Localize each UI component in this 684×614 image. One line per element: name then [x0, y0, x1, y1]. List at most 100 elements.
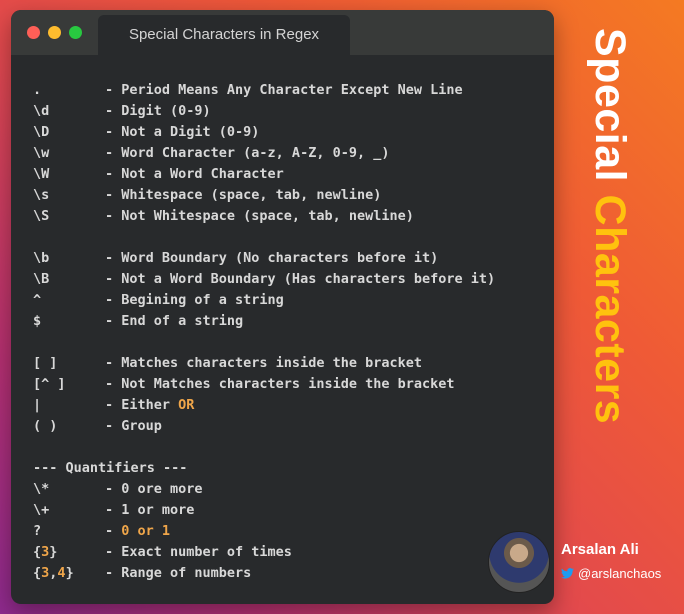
- symbol-part: {: [33, 544, 42, 560]
- description-text: - Matches characters inside the bracket: [105, 355, 422, 371]
- description-text: - Word Boundary (No characters before it…: [105, 250, 439, 266]
- regex-description: - Not a Word Boundary (Has characters be…: [105, 269, 495, 290]
- code-line: --- Quantifiers ---: [33, 458, 495, 479]
- regex-symbol: |: [33, 397, 42, 413]
- regex-symbol: [33, 437, 105, 458]
- description-text: - 0 ore more: [105, 481, 203, 497]
- description-text: - Not a Word Boundary (Has characters be…: [105, 271, 496, 287]
- code-line: \+ - 1 or more: [33, 500, 495, 521]
- regex-description: - 0 ore more: [105, 479, 203, 500]
- regex-description: - Not a Word Character: [105, 164, 284, 185]
- regex-symbol: \w: [33, 145, 50, 161]
- title-bar: Special Characters in Regex: [11, 10, 554, 55]
- regex-symbol: \s: [33, 187, 50, 203]
- code-line: [33, 437, 495, 458]
- code-line: [^ ] - Not Matches characters inside the …: [33, 374, 495, 395]
- description-text: - Period Means Any Character Except New …: [105, 82, 463, 98]
- regex-symbol: ^: [33, 292, 42, 308]
- code-line: [33, 332, 495, 353]
- regex-symbol: ( ): [33, 418, 58, 434]
- regex-symbol: \+: [33, 502, 50, 518]
- code-line: \S - Not Whitespace (space, tab, newline): [33, 206, 495, 227]
- code-line: \w - Word Character (a-z, A-Z, 0-9, _): [33, 143, 495, 164]
- regex-description: - 0 or 1: [105, 521, 170, 542]
- description-text: - Whitespace (space, tab, newline): [105, 187, 382, 203]
- symbol-part: {: [33, 565, 42, 581]
- code-line: {3,4} - Range of numbers: [33, 563, 495, 584]
- regex-symbol: \d: [33, 103, 50, 119]
- code-line: $ - End of a string: [33, 311, 495, 332]
- code-line: . - Period Means Any Character Except New…: [33, 80, 495, 101]
- code-line: [ ] - Matches characters inside the brack…: [33, 353, 495, 374]
- regex-symbol: \*: [33, 481, 50, 497]
- regex-symbol: [ ]: [33, 355, 58, 371]
- description-text: -: [105, 523, 122, 539]
- description-text: - Either: [105, 397, 179, 413]
- author-avatar: [488, 531, 550, 593]
- regex-description: - End of a string: [105, 311, 243, 332]
- code-line: {3} - Exact number of times: [33, 542, 495, 563]
- description-text: - Not a Digit (0-9): [105, 124, 260, 140]
- description-text: - Word Character (a-z, A-Z, 0-9, _): [105, 145, 390, 161]
- regex-description: - Not Matches characters inside the brac…: [105, 374, 455, 395]
- regex-symbol: $: [33, 313, 42, 329]
- regex-description: - Either OR: [105, 395, 194, 416]
- code-line: ? - 0 or 1: [33, 521, 495, 542]
- twitter-icon: [561, 568, 574, 579]
- tab-active[interactable]: Special Characters in Regex: [98, 15, 350, 55]
- code-line: ( ) - Group: [33, 416, 495, 437]
- section-heading: --- Quantifiers ---: [33, 460, 188, 476]
- symbol-part: }: [65, 565, 74, 581]
- regex-symbol: \S: [33, 208, 50, 224]
- code-line: \d - Digit (0-9): [33, 101, 495, 122]
- regex-description: - Period Means Any Character Except New …: [105, 80, 463, 101]
- description-text: - End of a string: [105, 313, 244, 329]
- description-text: - Not Whitespace (space, tab, newline): [105, 208, 414, 224]
- code-line: \W - Not a Word Character: [33, 164, 495, 185]
- author-handle[interactable]: @arslanchaos: [578, 566, 661, 581]
- regex-description: - Digit (0-9): [105, 101, 211, 122]
- side-title-word-1: Special: [586, 28, 634, 183]
- description-text: - Range of numbers: [105, 565, 252, 581]
- description-text: - Exact number of times: [105, 544, 292, 560]
- regex-symbol: \B: [33, 271, 50, 287]
- author-name: Arsalan Ali: [561, 541, 639, 558]
- regex-symbol: [^ ]: [33, 376, 66, 392]
- regex-description: - Matches characters inside the bracket: [105, 353, 422, 374]
- code-line: \B - Not a Word Boundary (Has characters …: [33, 269, 495, 290]
- regex-symbol: ?: [33, 523, 42, 539]
- symbol-part: }: [49, 544, 58, 560]
- code-line: \D - Not a Digit (0-9): [33, 122, 495, 143]
- description-text: - Digit (0-9): [105, 103, 211, 119]
- regex-symbol: [33, 227, 105, 248]
- code-line: ^ - Begining of a string: [33, 290, 495, 311]
- regex-description: - Group: [105, 416, 162, 437]
- regex-symbol: .: [33, 82, 42, 98]
- close-window-button[interactable]: [27, 26, 40, 39]
- regex-description: - Word Boundary (No characters before it…: [105, 248, 438, 269]
- regex-description: - Not Whitespace (space, tab, newline): [105, 206, 414, 227]
- regex-symbol: \D: [33, 124, 50, 140]
- regex-symbol: \b: [33, 250, 50, 266]
- regex-description: - Whitespace (space, tab, newline): [105, 185, 381, 206]
- description-text: - 1 or more: [105, 502, 195, 518]
- code-line: [33, 227, 495, 248]
- code-line: \s - Whitespace (space, tab, newline): [33, 185, 495, 206]
- side-title-word-2: Characters: [586, 194, 634, 425]
- code-line: \* - 0 ore more: [33, 479, 495, 500]
- regex-symbol: [33, 332, 105, 353]
- description-text: - Not a Word Character: [105, 166, 284, 182]
- regex-description: - Exact number of times: [105, 542, 292, 563]
- code-line: \b - Word Boundary (No characters before …: [33, 248, 495, 269]
- maximize-window-button[interactable]: [69, 26, 82, 39]
- highlighted-text: 0 or 1: [121, 523, 171, 539]
- regex-description: - Word Character (a-z, A-Z, 0-9, _): [105, 143, 389, 164]
- author-handle-row[interactable]: @arslanchaos: [561, 566, 661, 581]
- code-window: Special Characters in Regex . - Period Me…: [11, 10, 554, 604]
- regex-description: - 1 or more: [105, 500, 194, 521]
- regex-symbol: {3,4}: [33, 563, 105, 584]
- code-line: | - Either OR: [33, 395, 495, 416]
- description-text: - Group: [105, 418, 162, 434]
- regex-description: - Begining of a string: [105, 290, 284, 311]
- minimize-window-button[interactable]: [48, 26, 61, 39]
